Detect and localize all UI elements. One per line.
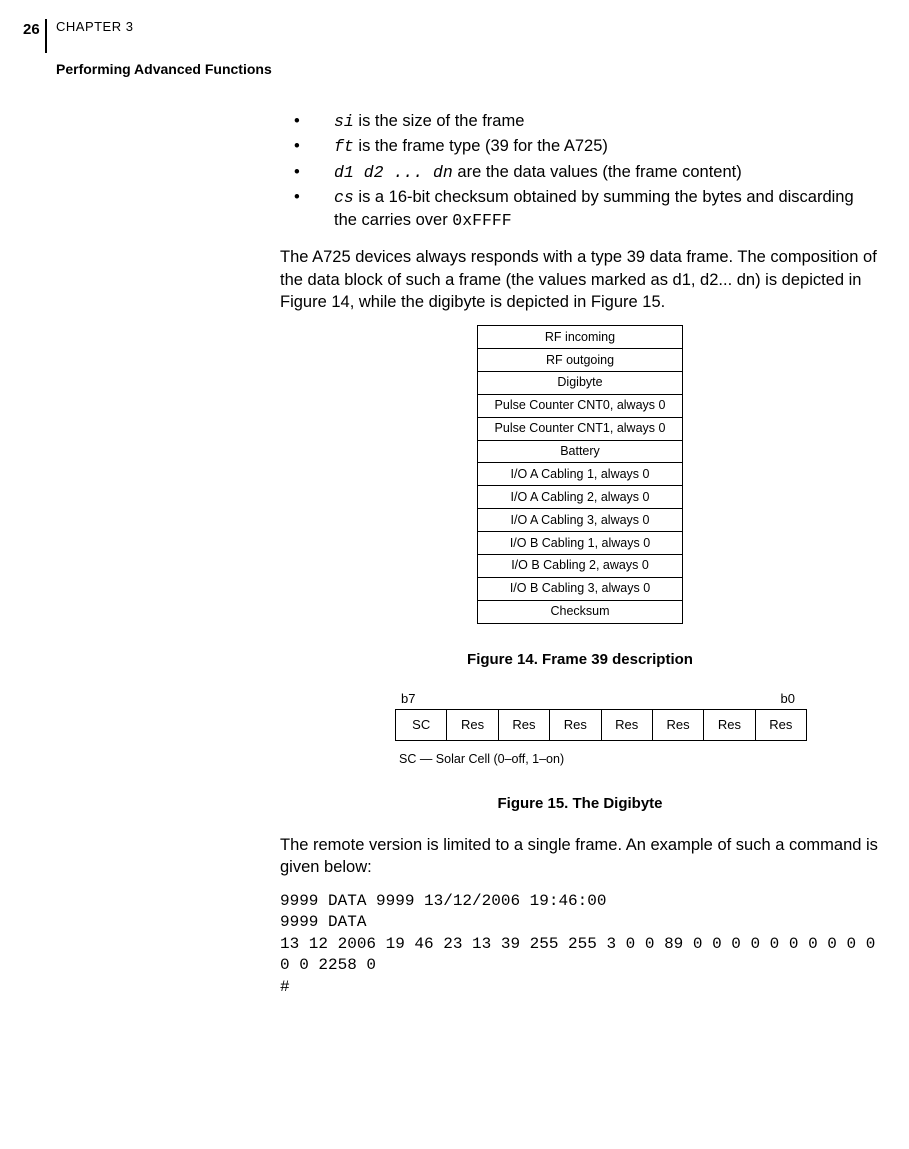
table-row: Pulse Counter CNT0, always 0 xyxy=(478,394,683,417)
bit-cell: Res xyxy=(498,710,549,741)
list-item-text: are the data values (the frame content) xyxy=(453,163,742,181)
sc-note: SC — Solar Cell (0–off, 1–on) xyxy=(399,751,807,768)
bit-cell: Res xyxy=(447,710,498,741)
table-row: Pulse Counter CNT1, always 0 xyxy=(478,417,683,440)
list-item-text: is the frame type (39 for the A725) xyxy=(354,137,608,155)
table-row: I/O B Cabling 2, aways 0 xyxy=(478,554,683,577)
table-row: I/O A Cabling 1, always 0 xyxy=(478,463,683,486)
code-inline: cs xyxy=(334,188,354,207)
code-inline: si xyxy=(334,112,354,131)
header-rule xyxy=(45,19,47,53)
table-row: Checksum xyxy=(478,600,683,623)
digibyte-table: SC Res Res Res Res Res Res Res xyxy=(395,709,807,741)
table-row: I/O B Cabling 3, always 0 xyxy=(478,577,683,600)
bit-label-b0: b0 xyxy=(781,690,795,708)
table-row: Battery xyxy=(478,440,683,463)
table-row: I/O A Cabling 2, always 0 xyxy=(478,486,683,509)
bit-cell: Res xyxy=(755,710,806,741)
page-content: •si is the size of the frame •ft is the … xyxy=(280,110,880,998)
chapter-title: Performing Advanced Functions xyxy=(56,60,272,79)
figure-14-caption: Figure 14. Frame 39 description xyxy=(280,650,880,670)
table-row: Digibyte xyxy=(478,371,683,394)
code-inline: 0xFFFF xyxy=(452,211,511,230)
bit-cell: Res xyxy=(652,710,703,741)
table-row: RF outgoing xyxy=(478,349,683,372)
bit-label-b7: b7 xyxy=(401,690,415,708)
table-row: I/O B Cabling 1, always 0 xyxy=(478,532,683,555)
code-inline: ft xyxy=(334,137,354,156)
page-number: 26 xyxy=(23,21,40,38)
list-item: •cs is a 16-bit checksum obtained by sum… xyxy=(280,186,880,233)
table-row: I/O A Cabling 3, always 0 xyxy=(478,509,683,532)
list-item: •d1 d2 ... dn are the data values (the f… xyxy=(280,161,880,184)
code-block: 9999 DATA 9999 13/12/2006 19:46:00 9999 … xyxy=(280,891,880,999)
code-inline: d1 d2 ... dn xyxy=(334,163,453,182)
figure-15-caption: Figure 15. The Digibyte xyxy=(280,794,880,814)
table-row: RF incoming xyxy=(478,326,683,349)
paragraph: The remote version is limited to a singl… xyxy=(280,834,880,879)
chapter-label: CHAPTER 3 xyxy=(56,18,133,36)
list-item-text: is a 16-bit checksum obtained by summing… xyxy=(334,188,854,229)
bit-cell: Res xyxy=(601,710,652,741)
bullet-list: •si is the size of the frame •ft is the … xyxy=(280,110,880,232)
figure-15-diagram: b7 b0 SC Res Res Res Res Res Res Res SC … xyxy=(395,690,807,768)
list-item-text: is the size of the frame xyxy=(354,112,525,130)
bit-cell: Res xyxy=(550,710,601,741)
bit-cell: SC xyxy=(396,710,447,741)
bit-cell: Res xyxy=(704,710,755,741)
list-item: •si is the size of the frame xyxy=(280,110,880,133)
list-item: •ft is the frame type (39 for the A725) xyxy=(280,135,880,158)
figure-14-table: RF incoming RF outgoing Digibyte Pulse C… xyxy=(477,325,683,623)
paragraph: The A725 devices always responds with a … xyxy=(280,246,880,313)
page-header: 26 CHAPTER 3 Performing Advanced Functio… xyxy=(23,18,272,79)
